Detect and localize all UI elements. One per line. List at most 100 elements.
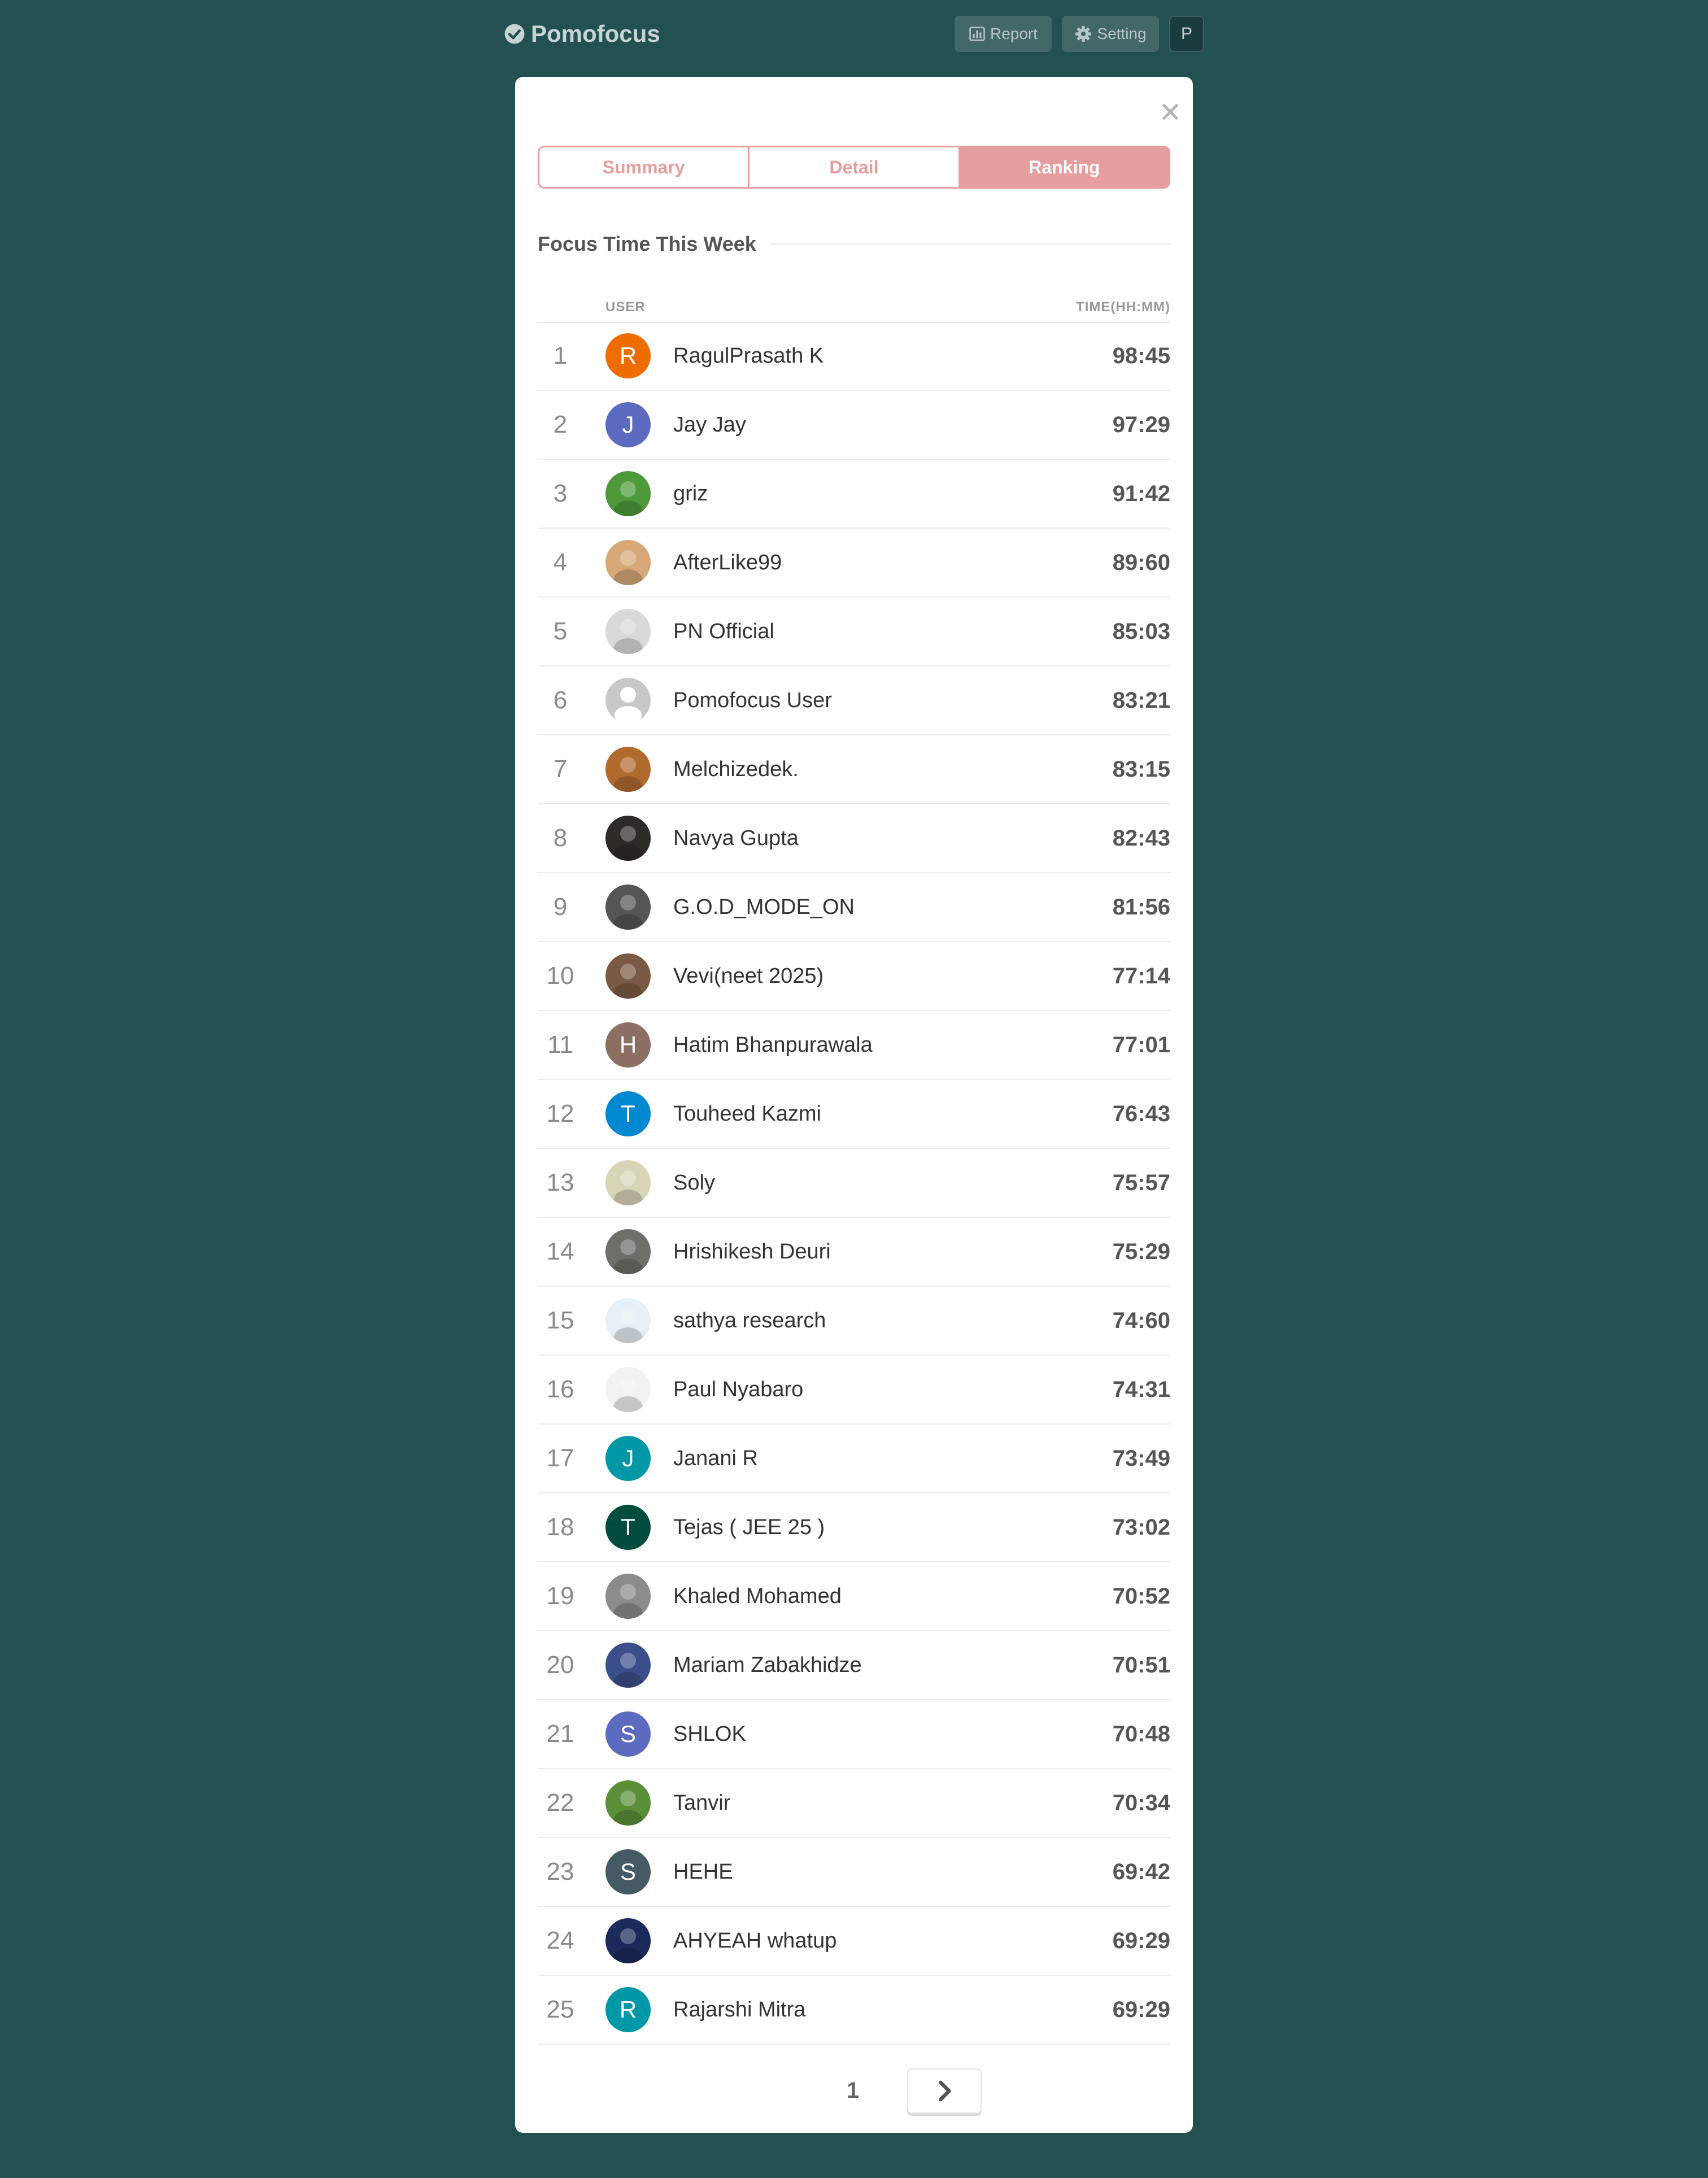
focus-time: 83:21 bbox=[1112, 687, 1170, 713]
user-name: sathya research bbox=[673, 1308, 826, 1332]
ranking-row: 17 J Janani R 73:49 bbox=[538, 1425, 1170, 1493]
user-name: AHYEAH whatup bbox=[673, 1928, 837, 1953]
rank-number: 11 bbox=[547, 1031, 573, 1058]
rank-number: 18 bbox=[546, 1513, 574, 1541]
user-name: Pomofocus User bbox=[673, 688, 832, 712]
avatar: S bbox=[605, 1849, 651, 1894]
avatar-initial: S bbox=[620, 1858, 636, 1885]
avatar-photo bbox=[605, 816, 651, 861]
avatar-photo bbox=[605, 1780, 651, 1826]
user-name: Hrishikesh Deuri bbox=[673, 1239, 831, 1264]
rank-number: 4 bbox=[553, 548, 568, 576]
focus-time: 77:01 bbox=[1112, 1032, 1170, 1057]
profile-button[interactable]: P bbox=[1169, 16, 1204, 52]
focus-time: 70:51 bbox=[1112, 1652, 1170, 1678]
rank-number: 22 bbox=[546, 1789, 574, 1817]
focus-time: 69:29 bbox=[1112, 1997, 1170, 2022]
report-button[interactable]: Report bbox=[955, 16, 1052, 52]
avatar-photo bbox=[605, 1574, 651, 1619]
focus-time: 70:48 bbox=[1112, 1721, 1170, 1746]
avatar-photo bbox=[605, 1367, 651, 1412]
ranking-row: 22 Tanvir 70:34 bbox=[538, 1769, 1170, 1838]
user-name: Tejas ( JEE 25 ) bbox=[673, 1515, 825, 1539]
avatar: J bbox=[605, 1436, 651, 1481]
rank-number: 3 bbox=[553, 480, 568, 507]
ranking-row: 23 S HEHE 69:42 bbox=[538, 1838, 1170, 1907]
tab-detail[interactable]: Detail bbox=[750, 147, 960, 187]
next-page-button[interactable] bbox=[907, 2068, 982, 2114]
rank-number: 16 bbox=[546, 1375, 574, 1403]
ranking-row: 5 PN Official 85:03 bbox=[538, 598, 1170, 667]
focus-time: 75:57 bbox=[1112, 1170, 1170, 1195]
rank-number: 10 bbox=[546, 962, 574, 990]
focus-time: 74:31 bbox=[1112, 1377, 1170, 1402]
pagination: 1 bbox=[515, 2065, 1193, 2116]
rank-number: 5 bbox=[553, 617, 568, 645]
section-divider bbox=[769, 243, 1170, 245]
default-user-icon bbox=[605, 678, 651, 723]
rank-number: 8 bbox=[553, 824, 568, 852]
user-name: griz bbox=[673, 481, 708, 506]
focus-time: 82:43 bbox=[1112, 825, 1170, 851]
ranking-row: 14 Hrishikesh Deuri 75:29 bbox=[538, 1218, 1170, 1287]
ranking-row: 21 S SHLOK 70:48 bbox=[538, 1700, 1170, 1769]
tab-ranking[interactable]: Ranking bbox=[960, 147, 1169, 187]
avatar-photo bbox=[605, 1160, 651, 1205]
avatar-photo bbox=[605, 609, 651, 654]
avatar: H bbox=[605, 1022, 651, 1068]
user-name: Tanvir bbox=[673, 1791, 731, 1815]
rank-number: 2 bbox=[553, 411, 568, 438]
user-name: Paul Nyabaro bbox=[673, 1377, 804, 1401]
tab-summary[interactable]: Summary bbox=[539, 147, 750, 187]
user-name: Hatim Bhanpurawala bbox=[673, 1033, 873, 1057]
rank-number: 24 bbox=[546, 1927, 574, 1954]
user-name: Soly bbox=[673, 1170, 715, 1195]
focus-time: 70:34 bbox=[1112, 1790, 1170, 1815]
rank-number: 1 bbox=[553, 342, 568, 369]
avatar-photo bbox=[605, 885, 651, 930]
rank-number: 12 bbox=[546, 1100, 574, 1127]
ranking-row: 25 R Rajarshi Mitra 69:29 bbox=[538, 1976, 1170, 2045]
avatar-initial: T bbox=[621, 1100, 635, 1127]
section-header: Focus Time This Week bbox=[538, 230, 1170, 258]
avatar-photo bbox=[605, 540, 651, 585]
ranking-row: 6 Pomofocus User 83:21 bbox=[538, 667, 1170, 735]
brand-logo[interactable]: Pomofocus bbox=[504, 19, 660, 49]
ranking-row: 1 R RagulPrasath K 98:45 bbox=[538, 322, 1170, 391]
ranking-row: 10 Vevi(neet 2025) 77:14 bbox=[538, 942, 1170, 1011]
profile-initial: P bbox=[1180, 24, 1192, 43]
close-icon bbox=[1162, 104, 1178, 120]
avatar-initial: H bbox=[619, 1031, 637, 1058]
focus-time: 89:60 bbox=[1112, 550, 1170, 575]
setting-button[interactable]: Setting bbox=[1062, 16, 1159, 52]
avatar: R bbox=[605, 1987, 651, 2032]
bar-chart-icon bbox=[969, 27, 985, 41]
ranking-row: 11 H Hatim Bhanpurawala 77:01 bbox=[538, 1011, 1170, 1080]
focus-time: 85:03 bbox=[1112, 618, 1170, 644]
ranking-row: 19 Khaled Mohamed 70:52 bbox=[538, 1562, 1170, 1631]
focus-time: 69:42 bbox=[1112, 1859, 1170, 1884]
rank-number: 25 bbox=[546, 1996, 574, 2023]
user-name: Navya Gupta bbox=[673, 826, 799, 850]
user-name: Janani R bbox=[673, 1446, 758, 1470]
focus-time: 73:02 bbox=[1112, 1514, 1170, 1540]
section-title: Focus Time This Week bbox=[538, 232, 756, 255]
focus-time: 91:42 bbox=[1112, 481, 1170, 506]
avatar-photo bbox=[605, 1298, 651, 1343]
focus-time: 83:15 bbox=[1112, 756, 1170, 782]
top-bar: Pomofocus Report Setting P bbox=[504, 15, 1204, 53]
avatar-photo bbox=[605, 1643, 651, 1688]
rank-number: 7 bbox=[553, 755, 568, 783]
close-button[interactable] bbox=[1153, 95, 1187, 129]
ranking-column-headers: USER TIME(HH:MM) bbox=[538, 294, 1170, 323]
ranking-row: 20 Mariam Zabakhidze 70:51 bbox=[538, 1631, 1170, 1700]
user-name: Touheed Kazmi bbox=[673, 1101, 821, 1126]
user-name: Khaled Mohamed bbox=[673, 1584, 842, 1608]
avatar: T bbox=[605, 1505, 651, 1550]
rank-number: 20 bbox=[546, 1651, 574, 1679]
avatar-initial: S bbox=[620, 1720, 636, 1747]
avatar: S bbox=[605, 1711, 651, 1757]
report-modal: Summary Detail Ranking Focus Time This W… bbox=[515, 77, 1193, 2133]
user-name: Melchizedek. bbox=[673, 757, 799, 781]
focus-time: 74:60 bbox=[1112, 1308, 1170, 1333]
